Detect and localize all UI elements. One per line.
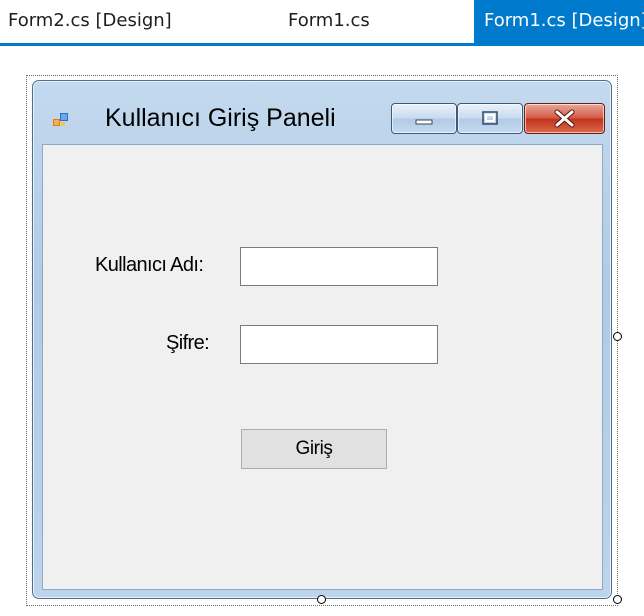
visual-studio-designer: Form2.cs [Design] Form1.cs Form1.cs [Des… bbox=[0, 0, 644, 616]
document-tab-strip: Form2.cs [Design] Form1.cs Form1.cs [Des… bbox=[0, 0, 644, 46]
username-input[interactable] bbox=[240, 247, 438, 286]
username-label: Kullanıcı Adı: bbox=[95, 254, 204, 276]
minimize-icon bbox=[415, 119, 433, 125]
tab-form1-design[interactable]: Form1.cs [Design] bbox=[474, 0, 644, 43]
maximize-icon bbox=[482, 111, 498, 125]
minimize-button[interactable] bbox=[391, 103, 457, 134]
tab-form2-design[interactable]: Form2.cs [Design] bbox=[0, 0, 240, 43]
resize-handle-bottom[interactable] bbox=[317, 595, 326, 604]
password-label: Şifre: bbox=[166, 332, 210, 354]
close-icon bbox=[554, 109, 575, 128]
form-window[interactable]: Kullanıcı Giriş Paneli Kullanıcı Adı: Şi… bbox=[32, 80, 612, 599]
maximize-button[interactable] bbox=[457, 103, 523, 134]
login-button[interactable]: Giriş bbox=[241, 429, 387, 469]
caption-buttons bbox=[391, 103, 605, 135]
resize-handle-corner[interactable] bbox=[613, 595, 622, 604]
tab-form1-code[interactable]: Form1.cs bbox=[240, 0, 474, 43]
close-button[interactable] bbox=[524, 103, 605, 134]
windows-form-icon bbox=[53, 113, 68, 126]
password-input[interactable] bbox=[240, 325, 438, 364]
form-client-area: Kullanıcı Adı: Şifre: Giriş bbox=[42, 144, 603, 590]
resize-handle-right[interactable] bbox=[613, 332, 622, 341]
form-title: Kullanıcı Giriş Paneli bbox=[105, 104, 336, 132]
